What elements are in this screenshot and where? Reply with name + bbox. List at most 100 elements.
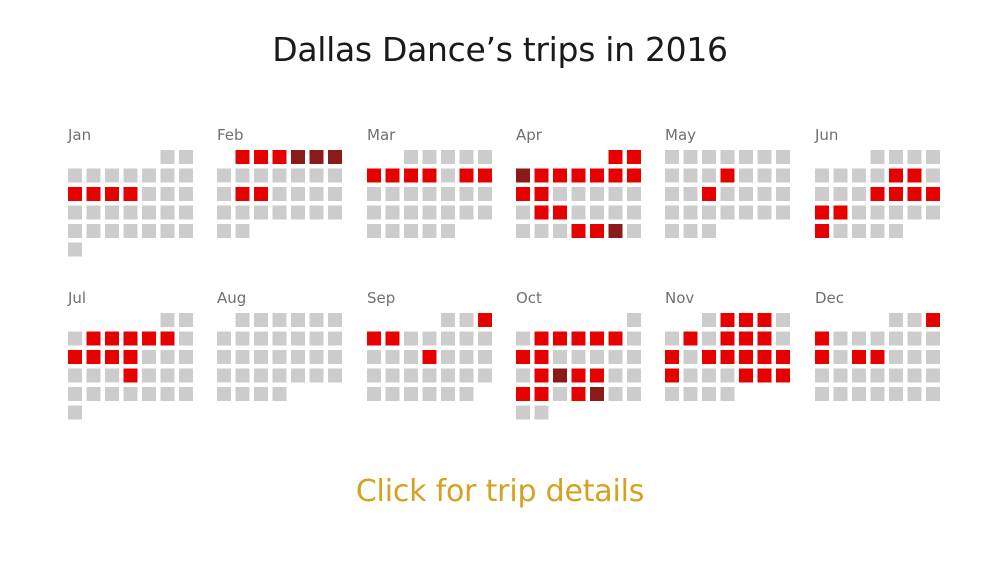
day-cell-dec-16 <box>907 350 922 364</box>
day-cell-sep-30 <box>459 387 474 401</box>
day-cell-may-5 <box>739 150 753 164</box>
day-cell-mar-23 <box>422 205 437 220</box>
day-cell-feb-17 <box>272 187 287 201</box>
day-cell-jan-16 <box>179 187 193 201</box>
day-cell-sep-8 <box>441 331 455 346</box>
day-cell-apr-8 <box>608 168 623 183</box>
day-cell-jan-1 <box>160 150 175 164</box>
day-cell-feb-1 <box>235 150 250 164</box>
day-cell-oct-14 <box>608 350 623 364</box>
day-cell-nov-23 <box>720 368 735 383</box>
day-cell-nov-29 <box>702 387 716 401</box>
day-cell-apr-29 <box>608 224 623 238</box>
day-cell-jul-18 <box>86 368 101 383</box>
day-cell-nov-21 <box>683 368 698 383</box>
day-cell-jul-8 <box>160 331 175 346</box>
day-cell-jun-29 <box>870 224 885 238</box>
day-cell-dec-14 <box>870 350 885 364</box>
day-cell-dec-8 <box>889 331 903 346</box>
day-cell-oct-16 <box>516 368 530 383</box>
day-cell-nov-26 <box>776 368 790 383</box>
day-cell-dec-11 <box>815 350 829 364</box>
day-cell-feb-6 <box>328 150 342 164</box>
day-cell-aug-25 <box>291 368 305 383</box>
day-cell-dec-25 <box>815 387 829 401</box>
day-cell-apr-13 <box>571 187 586 201</box>
day-cell-jul-10 <box>68 350 82 364</box>
day-cell-oct-31 <box>534 405 549 420</box>
trip-details-link[interactable]: Click for trip details <box>0 474 1000 509</box>
day-cell-jan-31 <box>68 242 82 257</box>
day-cell-oct-11 <box>553 350 567 364</box>
day-cell-oct-28 <box>608 387 623 401</box>
day-cell-jul-6 <box>123 331 138 346</box>
day-cell-jul-9 <box>179 331 193 346</box>
day-cell-jan-24 <box>68 224 82 238</box>
day-cell-nov-14 <box>683 350 698 364</box>
day-cell-aug-26 <box>309 368 324 383</box>
day-cell-may-1 <box>665 150 679 164</box>
day-cell-jul-23 <box>179 368 193 383</box>
day-cell-may-2 <box>683 150 698 164</box>
day-cell-aug-8 <box>235 331 250 346</box>
day-cell-aug-22 <box>235 368 250 383</box>
day-cell-aug-12 <box>309 331 324 346</box>
day-cell-oct-15 <box>627 350 641 364</box>
day-cell-aug-29 <box>235 387 250 401</box>
day-cell-may-22 <box>665 205 679 220</box>
month-label-nov: Nov <box>665 289 694 307</box>
day-cell-jun-2 <box>889 150 903 164</box>
day-cell-nov-10 <box>739 331 753 346</box>
day-cell-nov-15 <box>702 350 716 364</box>
day-cell-jan-11 <box>86 187 101 201</box>
day-cell-jun-18 <box>926 187 940 201</box>
month-label-jun: Jun <box>814 126 838 144</box>
day-cell-sep-1 <box>441 313 455 327</box>
day-cell-nov-18 <box>757 350 772 364</box>
month-label-dec: Dec <box>815 289 844 307</box>
day-cell-dec-18 <box>815 368 829 383</box>
day-cell-feb-4 <box>291 150 305 164</box>
day-cell-mar-6 <box>367 168 381 183</box>
day-cell-jul-27 <box>123 387 138 401</box>
day-cell-aug-11 <box>291 331 305 346</box>
day-cell-apr-7 <box>590 168 604 183</box>
day-cell-aug-16 <box>254 350 268 364</box>
day-cell-feb-21 <box>217 205 231 220</box>
day-cell-jul-20 <box>123 368 138 383</box>
day-cell-jul-26 <box>105 387 119 401</box>
day-cell-dec-27 <box>852 387 866 401</box>
day-cell-dec-1 <box>889 313 903 327</box>
day-cell-feb-23 <box>254 205 268 220</box>
day-cell-feb-2 <box>254 150 268 164</box>
day-cell-dec-13 <box>852 350 866 364</box>
day-cell-jul-29 <box>160 387 175 401</box>
day-cell-jul-24 <box>68 387 82 401</box>
day-cell-aug-7 <box>217 331 231 346</box>
day-cell-apr-21 <box>590 205 604 220</box>
day-cell-feb-5 <box>309 150 324 164</box>
day-cell-sep-11 <box>367 350 381 364</box>
day-cell-sep-12 <box>385 350 400 364</box>
day-cell-jan-5 <box>105 168 119 183</box>
day-cell-jun-13 <box>833 187 848 201</box>
day-cell-jan-19 <box>105 205 119 220</box>
day-cell-jul-3 <box>68 331 82 346</box>
day-cell-nov-24 <box>739 368 753 383</box>
day-cell-jan-18 <box>86 205 101 220</box>
day-cell-apr-3 <box>516 168 530 183</box>
day-cell-aug-10 <box>272 331 287 346</box>
day-cell-oct-22 <box>627 368 641 383</box>
day-cell-may-3 <box>702 150 716 164</box>
day-cell-nov-3 <box>739 313 753 327</box>
day-cell-nov-30 <box>720 387 735 401</box>
day-cell-apr-16 <box>627 187 641 201</box>
day-cell-jun-26 <box>815 224 829 238</box>
day-cell-oct-23 <box>516 387 530 401</box>
day-cell-dec-23 <box>907 368 922 383</box>
day-cell-dec-30 <box>907 387 922 401</box>
day-cell-jun-3 <box>907 150 922 164</box>
day-cell-jan-21 <box>142 205 156 220</box>
day-cell-jun-22 <box>870 205 885 220</box>
day-cell-jun-8 <box>870 168 885 183</box>
